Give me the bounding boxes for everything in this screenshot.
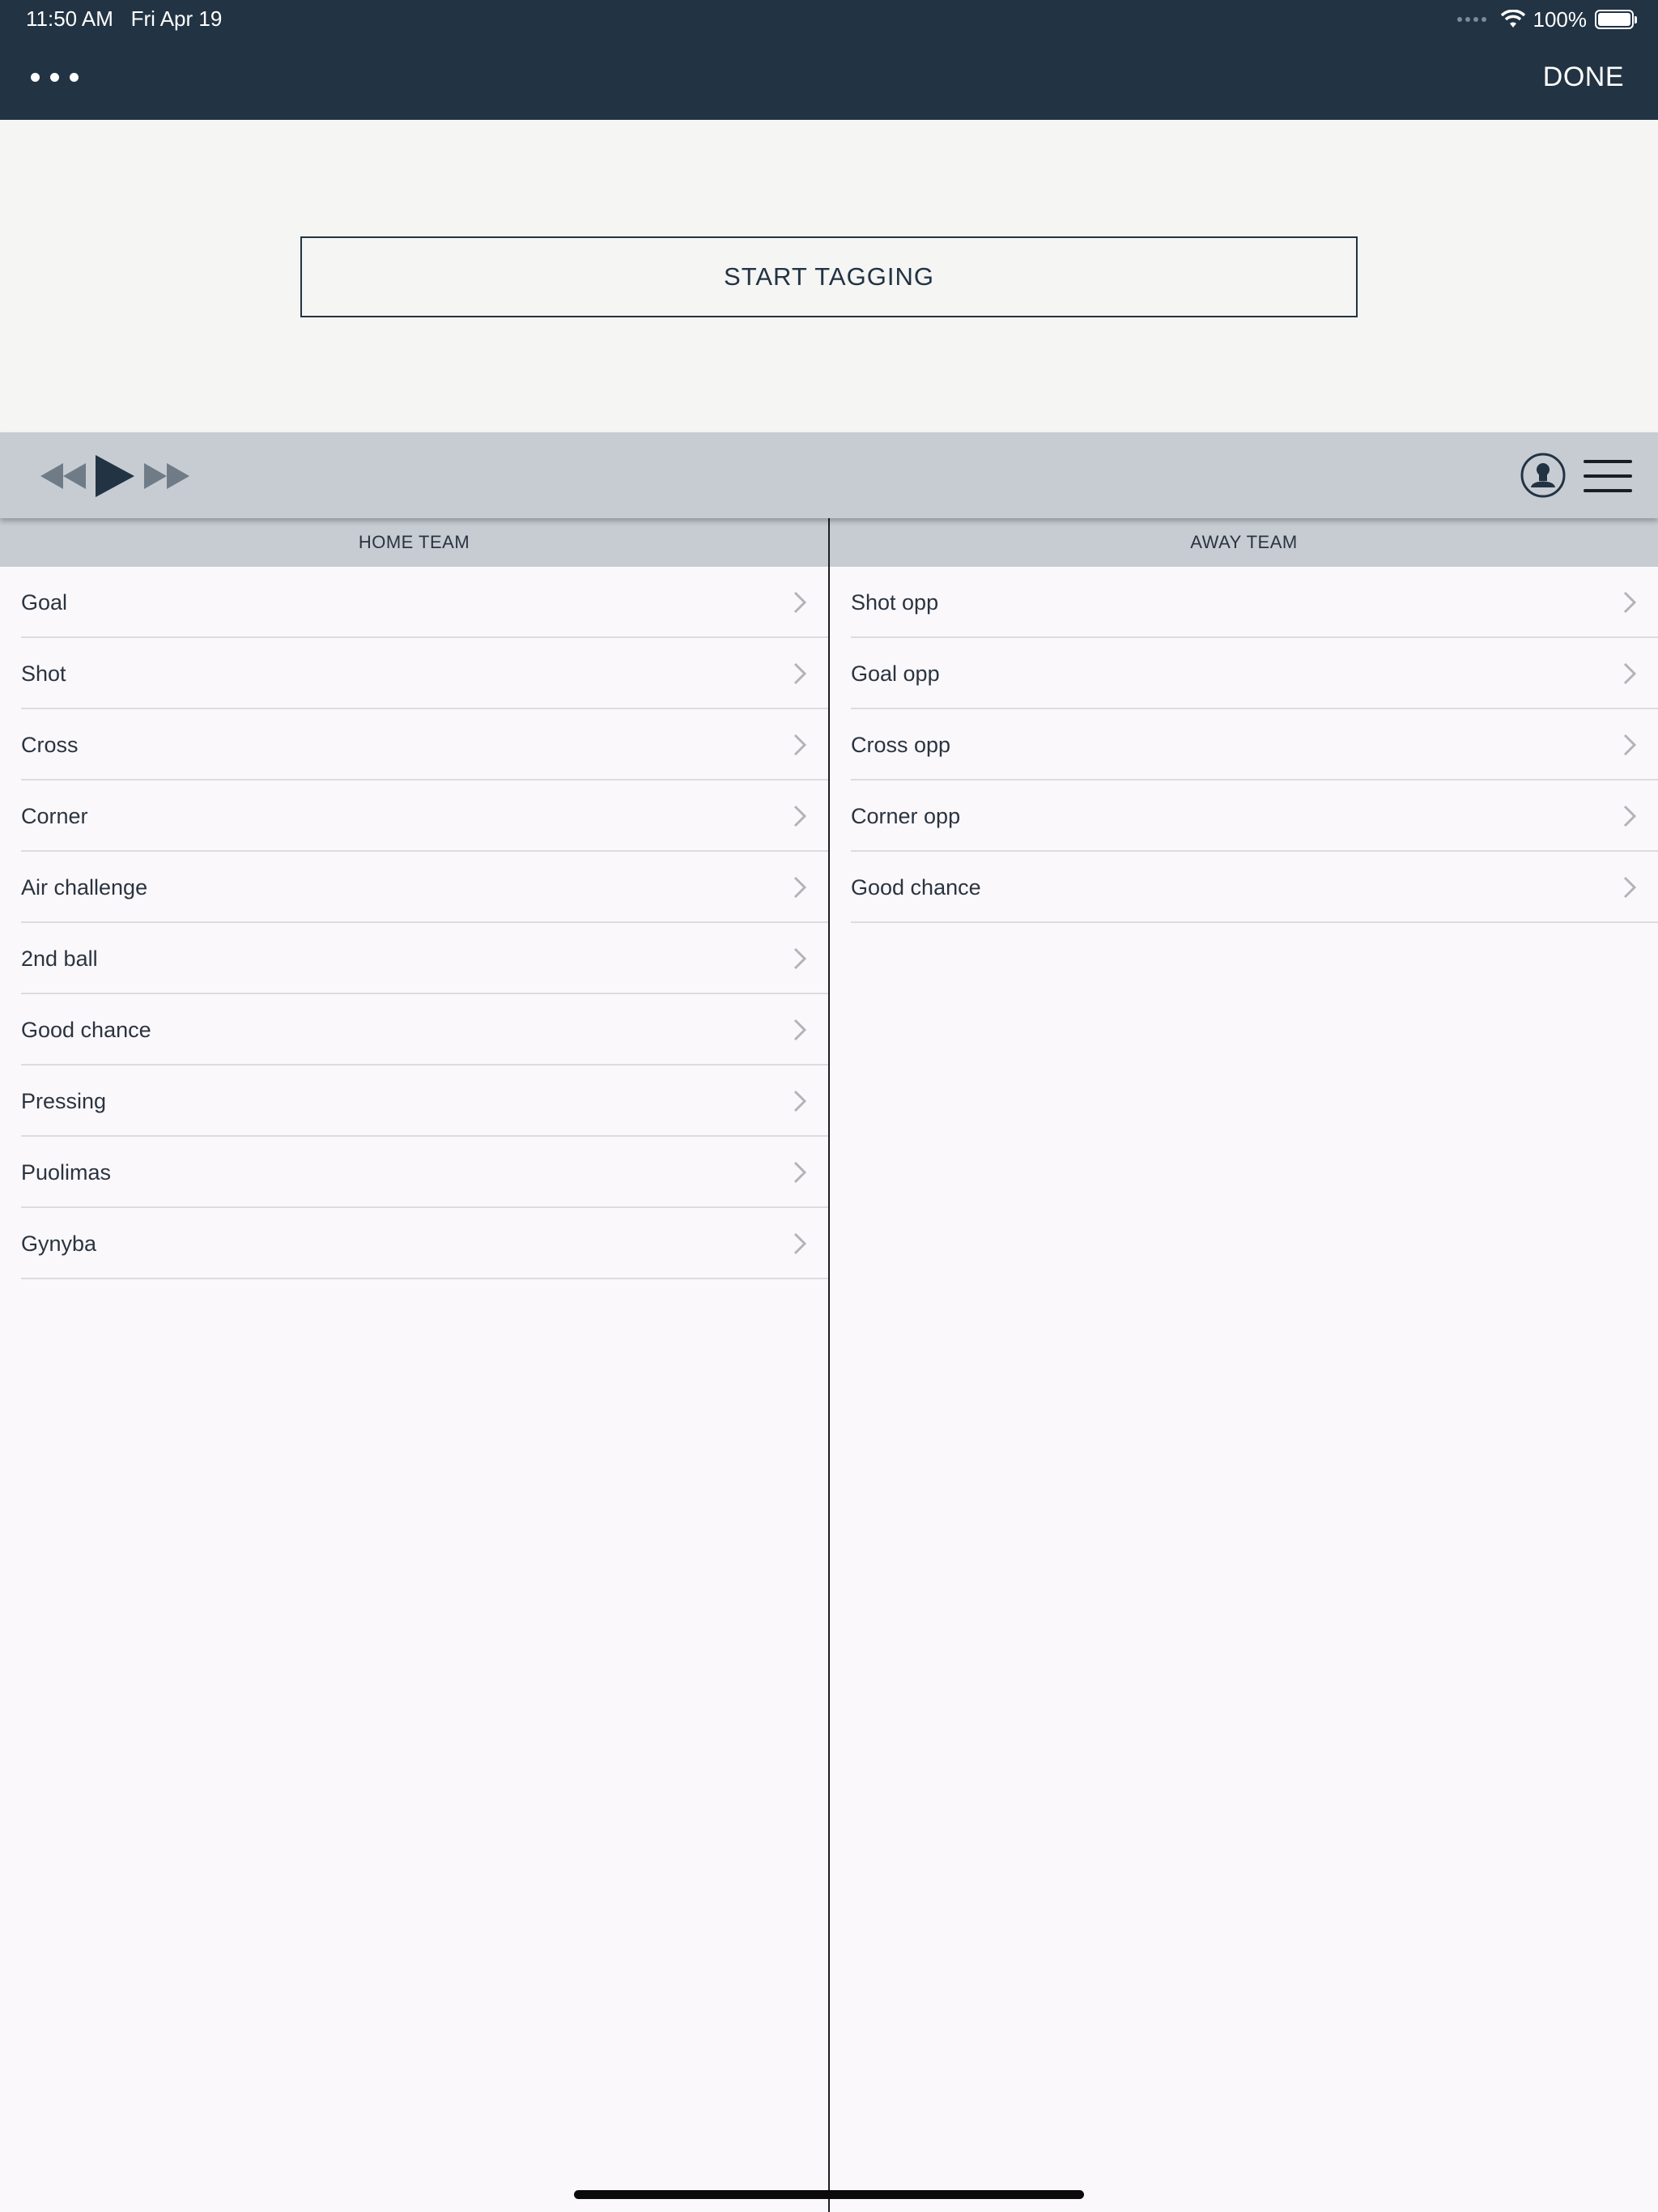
- list-item-label: Shot: [21, 661, 66, 686]
- away-team-column: AWAY TEAM Shot opp Goal opp Cross opp Co…: [830, 518, 1658, 2212]
- list-item-label: Air challenge: [21, 874, 148, 900]
- cellular-signal-icon: [1456, 17, 1486, 22]
- home-item-gynyba[interactable]: Gynyba: [0, 1208, 828, 1279]
- rewind-icon[interactable]: [39, 462, 87, 491]
- list-item-label: 2nd ball: [21, 946, 98, 971]
- away-item-shot-opp[interactable]: Shot opp: [830, 567, 1658, 638]
- chevron-right-icon: [793, 1232, 807, 1255]
- list-item-label: Pressing: [21, 1088, 107, 1113]
- start-tagging-button[interactable]: START TAGGING: [300, 236, 1358, 317]
- list-item-label: Puolimas: [21, 1159, 112, 1185]
- chevron-right-icon: [793, 1090, 807, 1112]
- home-team-header: HOME TEAM: [0, 518, 828, 567]
- more-options-button[interactable]: [31, 65, 79, 89]
- home-item-good-chance[interactable]: Good chance: [0, 994, 828, 1066]
- chevron-right-icon: [793, 1161, 807, 1184]
- battery-icon: [1595, 10, 1637, 29]
- home-item-pressing[interactable]: Pressing: [0, 1066, 828, 1137]
- home-item-2nd-ball[interactable]: 2nd ball: [0, 923, 828, 994]
- away-item-cross-opp[interactable]: Cross opp: [830, 709, 1658, 781]
- chevron-right-icon: [793, 591, 807, 614]
- home-item-corner[interactable]: Corner: [0, 781, 828, 852]
- home-item-air-challenge[interactable]: Air challenge: [0, 852, 828, 923]
- away-item-good-chance[interactable]: Good chance: [830, 852, 1658, 923]
- home-item-cross[interactable]: Cross: [0, 709, 828, 781]
- dot-icon: [31, 72, 40, 82]
- list-item-label: Goal opp: [851, 661, 940, 686]
- dot-icon: [50, 72, 59, 82]
- date-label: Fri Apr 19: [130, 6, 223, 31]
- chevron-right-icon: [793, 947, 807, 970]
- fast-forward-icon[interactable]: [142, 462, 191, 491]
- list-item-label: Shot opp: [851, 589, 939, 615]
- column-divider: [828, 518, 830, 2212]
- chevron-right-icon: [1623, 876, 1637, 899]
- home-item-shot[interactable]: Shot: [0, 638, 828, 709]
- away-item-goal-opp[interactable]: Goal opp: [830, 638, 1658, 709]
- battery-percent: 100%: [1533, 6, 1588, 32]
- play-icon[interactable]: [94, 453, 136, 499]
- list-item-label: Gynyba: [21, 1231, 97, 1256]
- time-label: 11:50 AM: [26, 6, 113, 31]
- chevron-right-icon: [793, 734, 807, 756]
- home-item-puolimas[interactable]: Puolimas: [0, 1137, 828, 1208]
- chevron-right-icon: [793, 1019, 807, 1041]
- chevron-right-icon: [1623, 805, 1637, 827]
- chevron-right-icon: [793, 662, 807, 685]
- chevron-right-icon: [1623, 734, 1637, 756]
- home-item-goal[interactable]: Goal: [0, 567, 828, 638]
- list-item-label: Cross: [21, 732, 79, 757]
- list-item-label: Good chance: [851, 874, 981, 900]
- away-item-corner-opp[interactable]: Corner opp: [830, 781, 1658, 852]
- chevron-right-icon: [1623, 591, 1637, 614]
- status-indicators: 100%: [1456, 5, 1637, 34]
- top-bar: 11:50 AM Fri Apr 19 100% DONE: [0, 0, 1658, 120]
- home-indicator[interactable]: [574, 2190, 1084, 2199]
- chevron-right-icon: [1623, 662, 1637, 685]
- list-item-label: Good chance: [21, 1017, 151, 1042]
- list-item-label: Corner opp: [851, 803, 961, 828]
- home-team-column: HOME TEAM Goal Shot Cross Corner Air cha…: [0, 518, 828, 2212]
- hamburger-menu-icon[interactable]: [1584, 460, 1632, 492]
- list-item-label: Corner: [21, 803, 88, 828]
- list-item-label: Cross opp: [851, 732, 951, 757]
- user-icon[interactable]: [1520, 452, 1567, 499]
- chevron-right-icon: [793, 805, 807, 827]
- dot-icon: [70, 72, 79, 82]
- chevron-right-icon: [793, 876, 807, 899]
- tagging-area: START TAGGING: [0, 120, 1658, 432]
- playback-toolbar: [0, 432, 1658, 518]
- away-team-header: AWAY TEAM: [830, 518, 1658, 567]
- list-item-label: Goal: [21, 589, 68, 615]
- wifi-icon: [1500, 10, 1525, 28]
- status-time: 11:50 AM Fri Apr 19: [26, 6, 222, 32]
- done-button[interactable]: DONE: [1543, 62, 1624, 93]
